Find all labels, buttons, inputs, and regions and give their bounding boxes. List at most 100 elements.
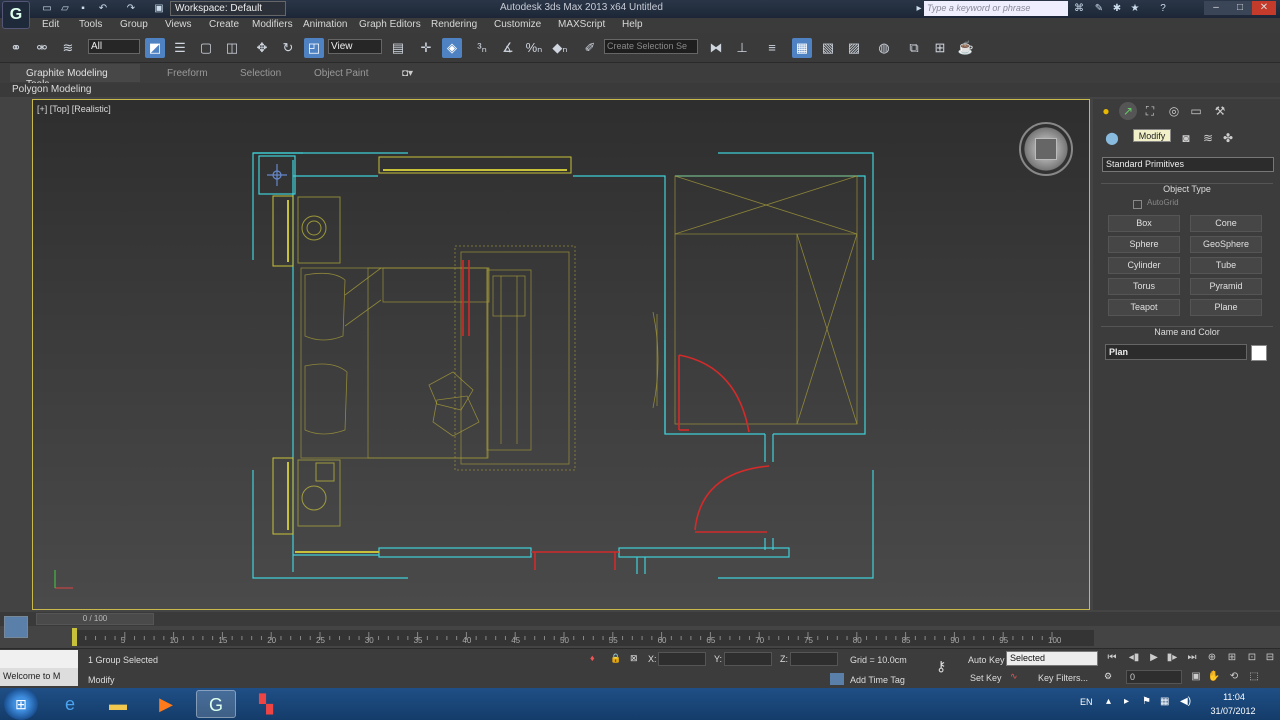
time-config-icon[interactable]: ⚙ (1104, 671, 1112, 682)
save-icon[interactable]: ▪ (76, 2, 90, 15)
torus-button[interactable]: Torus (1108, 278, 1180, 295)
top-viewport[interactable]: [+] [Top] [Realistic] (32, 99, 1090, 610)
sphere-button[interactable]: Sphere (1108, 236, 1180, 253)
create-tab-icon[interactable]: ● (1097, 102, 1115, 120)
volume-icon[interactable]: ◀) (1180, 696, 1191, 707)
motion-tab-icon[interactable]: ◎ (1165, 102, 1183, 120)
unlink-icon[interactable]: ⚮ (32, 38, 52, 58)
tube-button[interactable]: Tube (1190, 257, 1262, 274)
file-explorer-icon[interactable]: ▬ (98, 690, 138, 718)
project-folder-icon[interactable]: ▣ (152, 2, 166, 15)
communication-icon[interactable]: ✱ (1110, 2, 1124, 15)
spinner-snap-icon[interactable]: ◆ₙ (550, 38, 570, 58)
rendered-frame-window-icon[interactable]: ⊞ (930, 38, 950, 58)
layer-manager-icon[interactable]: ≡ (762, 38, 782, 58)
plane-button[interactable]: Plane (1190, 299, 1262, 316)
zoom-extents-all-icon[interactable]: ⊟ (1262, 651, 1278, 665)
field-of-view-icon[interactable]: ▣ (1188, 670, 1204, 684)
material-editor-icon[interactable]: ◍ (874, 38, 894, 58)
menu-edit[interactable]: Edit (42, 19, 59, 30)
ribbon-tab-freeform[interactable]: Freeform (167, 68, 208, 79)
3ds-max-taskbar-icon[interactable]: G (196, 690, 236, 718)
show-hidden-icons[interactable]: ▴ (1106, 696, 1111, 707)
select-manipulate-icon[interactable]: ✛ (416, 38, 436, 58)
mini-curve-editor-toggle[interactable] (4, 616, 28, 638)
object-name-field[interactable]: Plan (1105, 344, 1247, 360)
percent-snap-icon[interactable]: %ₙ (524, 38, 544, 58)
add-time-tag[interactable]: Add Time Tag (850, 675, 905, 685)
zoom-icon[interactable]: ⊕ (1204, 651, 1220, 665)
space-warps-category-icon[interactable]: ≋ (1199, 129, 1217, 147)
cameras-category-icon[interactable]: ◙ (1177, 129, 1195, 147)
autogrid-checkbox[interactable] (1133, 200, 1142, 209)
office-app-icon[interactable]: ▚ (246, 690, 286, 718)
display-tab-icon[interactable]: ▭ (1187, 102, 1205, 120)
key-selection-dropdown[interactable]: Selected (1006, 651, 1098, 666)
new-file-icon[interactable]: ▭ (40, 2, 54, 15)
select-object-icon[interactable]: ◩ (145, 38, 165, 58)
object-type-rollout-title[interactable]: Object Type (1101, 183, 1273, 196)
zoom-extents-icon[interactable]: ⊡ (1244, 651, 1260, 665)
tray-app-icon[interactable]: ▸ (1124, 696, 1129, 707)
mirror-icon[interactable]: ⧓ (706, 38, 726, 58)
ribbon-options-icon[interactable]: ◘▾ (402, 68, 413, 79)
ribbon-tab-graphite[interactable]: Graphite Modeling Tools (10, 64, 140, 90)
edit-named-selection-icon[interactable]: ✐ (580, 38, 600, 58)
snaps-toggle-icon[interactable]: ³ₙ (472, 38, 492, 58)
isolate-icon[interactable]: ♦ (590, 653, 595, 663)
named-selection-sets-field[interactable]: Create Selection Se (604, 39, 698, 54)
ribbon-tab-object-paint[interactable]: Object Paint (314, 68, 368, 79)
next-frame-icon[interactable]: ▮▸ (1164, 651, 1180, 665)
start-button[interactable]: ⊞ (4, 688, 38, 720)
systems-category-icon[interactable]: ✤ (1219, 129, 1237, 147)
time-tag-icon[interactable] (830, 673, 844, 685)
pan-icon[interactable]: ✋ (1206, 670, 1222, 684)
menu-maxscript[interactable]: MAXScript (558, 19, 605, 30)
maximize-button[interactable]: □ (1228, 1, 1252, 15)
orbit-icon[interactable]: ⟲ (1226, 670, 1242, 684)
move-icon[interactable]: ✥ (252, 38, 272, 58)
menu-group[interactable]: Group (120, 19, 148, 30)
undo-icon[interactable]: ↶ (96, 2, 110, 15)
menu-modifiers[interactable]: Modifiers (252, 19, 293, 30)
maxscript-listener-input[interactable]: Welcome to M (0, 668, 78, 686)
set-key-mode-icon[interactable]: ⚷ (936, 658, 946, 675)
z-coordinate-field[interactable] (790, 652, 838, 666)
open-file-icon[interactable]: ▱ (58, 2, 72, 15)
box-button[interactable]: Box (1108, 215, 1180, 232)
cone-button[interactable]: Cone (1190, 215, 1262, 232)
maxscript-listener-top[interactable] (0, 650, 78, 668)
menu-views[interactable]: Views (165, 19, 192, 30)
geometry-category-icon[interactable]: ⬤ (1103, 129, 1121, 147)
polygon-modeling-panel[interactable]: Polygon Modeling (12, 84, 92, 95)
object-color-swatch[interactable] (1251, 345, 1267, 361)
render-production-icon[interactable]: ☕ (956, 38, 976, 58)
hierarchy-tab-icon[interactable]: ⛶ (1141, 102, 1159, 120)
select-by-name-icon[interactable]: ☰ (170, 38, 190, 58)
zoom-all-icon[interactable]: ⊞ (1224, 651, 1240, 665)
search-input[interactable]: Type a keyword or phrase (924, 1, 1068, 16)
modify-tab-icon[interactable]: ↗ (1119, 102, 1137, 120)
redo-icon[interactable]: ↷ (124, 2, 138, 15)
teapot-button[interactable]: Teapot (1108, 299, 1180, 316)
viewcube[interactable] (1019, 122, 1073, 176)
align-icon[interactable]: ⊥ (732, 38, 752, 58)
current-frame-field[interactable]: 0 (1126, 670, 1182, 684)
menu-help[interactable]: Help (622, 19, 643, 30)
help-icon[interactable]: ? (1156, 2, 1170, 15)
menu-tools[interactable]: Tools (79, 19, 102, 30)
x-coordinate-field[interactable] (658, 652, 706, 666)
play-icon[interactable]: ▶ (1146, 651, 1162, 665)
menu-customize[interactable]: Customize (494, 19, 541, 30)
cylinder-button[interactable]: Cylinder (1108, 257, 1180, 274)
set-key-button[interactable]: Set Key (970, 673, 1002, 683)
viewcube-top-face[interactable] (1035, 138, 1057, 160)
menu-rendering[interactable]: Rendering (431, 19, 477, 30)
reference-coordinate-dropdown[interactable]: View (328, 39, 382, 54)
application-menu-button[interactable]: G (2, 1, 30, 29)
ribbon-tab-selection[interactable]: Selection (240, 68, 281, 79)
graphite-toggle-icon[interactable]: ▦ (792, 38, 812, 58)
render-setup-icon[interactable]: ⧉ (904, 38, 924, 58)
network-icon[interactable]: ▦ (1160, 696, 1169, 707)
workspace-dropdown[interactable]: Workspace: Default (170, 1, 286, 16)
